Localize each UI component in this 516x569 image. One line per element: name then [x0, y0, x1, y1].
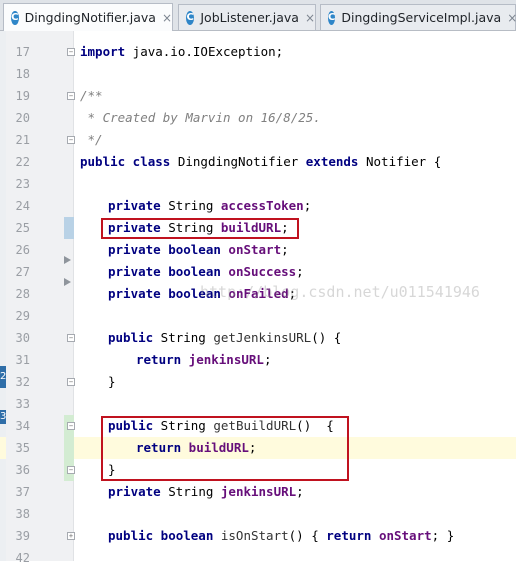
highlight-box-field	[101, 218, 299, 239]
line-number: 35	[15, 441, 30, 455]
code-line-21: */	[80, 132, 103, 147]
line-number: 38	[15, 507, 30, 521]
line-number: 31	[15, 353, 30, 367]
line-number: 32	[15, 375, 30, 389]
line-number: 27	[15, 265, 30, 279]
code-line-39: public boolean isOnStart() { return onSt…	[108, 528, 455, 543]
line-number: 29	[15, 309, 30, 323]
tab-label: DingdingNotifier.java	[24, 10, 156, 25]
code-line-26: private boolean onStart;	[108, 242, 289, 257]
line-number: 21	[15, 133, 30, 147]
fold-marker-icon[interactable]: −	[67, 466, 75, 474]
class-c-icon: C	[11, 10, 19, 25]
line-number: 19	[15, 89, 30, 103]
line-number: 18	[15, 67, 30, 81]
tab-label: DingdingServiceImpl.java	[341, 10, 502, 25]
line-number: 39	[15, 529, 30, 543]
code-line-30: public String getJenkinsURL() {	[108, 330, 342, 345]
line-number: 42	[15, 551, 30, 565]
fold-expand-icon[interactable]: +	[67, 532, 75, 540]
code-line-20: * Created by Marvin on 16/8/25.	[80, 110, 321, 125]
code-line-24: private String accessToken;	[108, 198, 312, 213]
fold-marker-icon[interactable]: −	[67, 92, 75, 100]
line-number: 17	[15, 45, 30, 59]
tab-dingding-service-impl[interactable]: C DingdingServiceImpl.java ×	[320, 4, 516, 30]
line-number: 36	[15, 463, 30, 477]
line-number: 30	[15, 331, 30, 345]
change-marker[interactable]	[64, 217, 74, 239]
code-line-32: }	[108, 374, 116, 389]
class-c-icon: C	[328, 10, 336, 25]
class-c-icon: C	[186, 10, 195, 25]
fold-marker-icon[interactable]: −	[67, 334, 75, 342]
close-icon[interactable]: ×	[162, 11, 172, 25]
code-line-19: /**	[80, 88, 103, 103]
editor-tab-bar: C DingdingNotifier.java × C JobListener.…	[0, 0, 516, 31]
watermark-text: http://blog.csdn.net/u011541946	[200, 283, 480, 301]
line-number: 23	[15, 177, 30, 191]
close-icon[interactable]: ×	[305, 11, 315, 25]
highlight-box-method	[101, 416, 349, 481]
gutter-arrow-icon[interactable]	[64, 256, 71, 264]
line-number: 22	[15, 155, 30, 169]
tab-job-listener[interactable]: C JobListener.java ×	[178, 4, 316, 30]
close-icon[interactable]: ×	[507, 11, 516, 25]
line-number: 20	[15, 111, 30, 125]
gutter-arrow-icon[interactable]	[64, 278, 71, 286]
code-line-22: public class DingdingNotifier extends No…	[80, 154, 442, 169]
code-line-17: import java.io.IOException;	[80, 44, 284, 59]
code-line-31: return jenkinsURL;	[136, 352, 272, 367]
fold-marker-icon[interactable]: −	[67, 422, 75, 430]
fold-marker-icon[interactable]: −	[67, 378, 75, 386]
line-number: 37	[15, 485, 30, 499]
tab-dingding-notifier[interactable]: C DingdingNotifier.java ×	[3, 3, 173, 31]
line-number: 24	[15, 199, 30, 213]
line-number: 28	[15, 287, 30, 301]
line-number: 33	[15, 397, 30, 411]
line-number: 26	[15, 243, 30, 257]
line-number: 34	[15, 419, 30, 433]
fold-marker-icon[interactable]: −	[67, 48, 75, 56]
code-line-27: private boolean onSuccess;	[108, 264, 304, 279]
code-line-37: private String jenkinsURL;	[108, 484, 304, 499]
fold-marker-icon[interactable]: −	[67, 136, 75, 144]
line-number: 25	[15, 221, 30, 235]
tab-label: JobListener.java	[200, 10, 299, 25]
